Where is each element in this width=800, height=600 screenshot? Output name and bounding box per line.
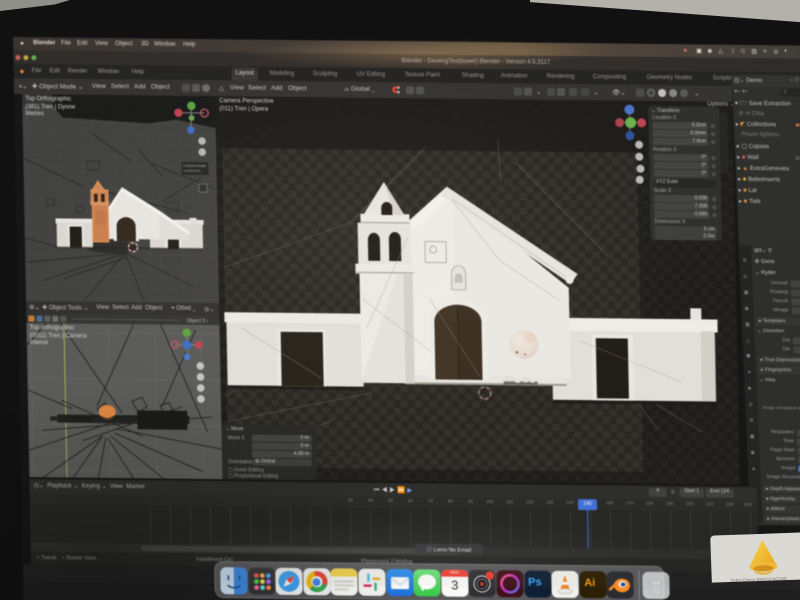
svg-text:subdivision: subdivision	[184, 169, 201, 173]
svg-text:Current render: Current render	[183, 164, 207, 168]
svg-text:Object 0 ›: Object 0 ›	[186, 318, 208, 324]
svg-text:Video Demo BRAYA NO.MD: Video Demo BRAYA NO.MD	[730, 576, 787, 583]
